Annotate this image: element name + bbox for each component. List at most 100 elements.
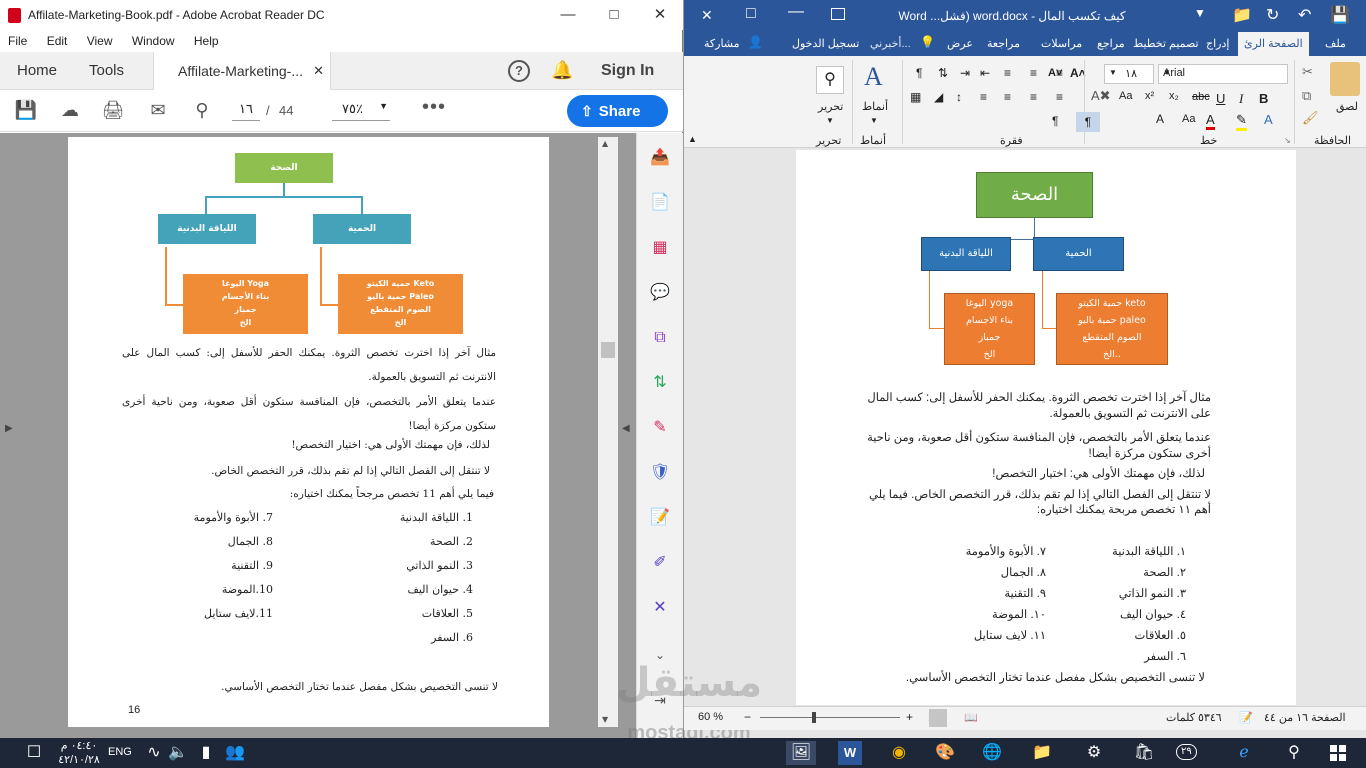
italic-icon[interactable]: I [1239,91,1243,107]
text-effects-icon[interactable]: A [1264,112,1273,127]
clear-formatting-icon[interactable]: A✖ [1091,88,1111,104]
more-tools-icon[interactable]: ••• [422,96,446,118]
menu-window[interactable]: Window [132,30,175,52]
sign-in-button[interactable]: Sign In [601,52,654,90]
collapse-ribbon-icon[interactable]: ▲ [688,134,697,144]
highlight-icon[interactable]: ✎ [1236,112,1247,131]
menu-view[interactable]: View [87,30,113,52]
notifications-icon[interactable]: ☐ [20,741,48,765]
paste-label[interactable]: لصق [1330,100,1364,113]
align-left-icon[interactable]: ≡ [1004,90,1011,104]
comment-icon[interactable]: 💬 [648,282,672,306]
share-button[interactable]: ⇧ Share [567,95,668,127]
network-app-icon[interactable]: 🌐 [978,741,1006,765]
print-layout-icon[interactable] [929,709,947,727]
store-icon[interactable]: 🛍 [1130,741,1158,765]
save-icon[interactable]: 💾 [1330,5,1350,25]
font-dialog-launcher-icon[interactable]: ↘ [1284,136,1291,145]
maximize-icon[interactable]: □ [746,5,756,23]
create-pdf-icon[interactable]: 📄 [648,192,672,216]
clock-time[interactable]: ٠٤:٤٠ م [57,739,101,752]
menu-help[interactable]: Help [194,30,219,52]
bold-icon[interactable]: B [1259,91,1268,106]
editing-button[interactable]: تحرير [818,100,843,113]
close-icon[interactable]: ✕ [637,0,683,30]
tab-close-icon[interactable]: ✕ [313,52,324,90]
sign-icon[interactable]: ✐ [648,552,672,576]
font-size-aa-icon[interactable]: Aa [1182,113,1195,125]
tab-tools[interactable]: Tools [89,52,124,90]
word-app-icon[interactable]: W [838,741,862,765]
print-icon[interactable]: 🖨 [101,100,125,122]
superscript-icon[interactable]: x² [1145,90,1154,102]
styles-button[interactable]: أنماط [862,100,888,113]
numbering-icon[interactable]: ≡ [1030,66,1037,80]
underline-icon[interactable]: U [1216,91,1225,106]
send-for-signature-icon[interactable]: ✕ [648,597,672,621]
tab-document[interactable]: Affilate-Marketing-... ✕ [153,52,331,91]
word-page[interactable]: الصحة اللياقة البدنية الحمية اليوغا yoga… [796,150,1296,705]
settings-icon[interactable]: ⚙ [1080,741,1108,765]
tab-mailings[interactable]: مراسلات [1041,37,1082,50]
read-mode-icon[interactable]: 📖 [964,711,978,724]
badge-count[interactable]: ٢٩ [1176,744,1197,760]
quick-access-more-icon[interactable]: ▼ [1194,6,1206,20]
redo-icon[interactable]: ↻ [1266,5,1279,25]
font-name-select[interactable]: Arial ▼ [1158,64,1288,84]
zoom-in-icon[interactable]: + [906,710,913,724]
email-icon[interactable]: ✉ [146,100,170,122]
copy-icon[interactable]: ⧉ [1302,88,1311,104]
menu-edit[interactable]: Edit [47,30,68,52]
increase-indent-icon[interactable]: ⇥ [960,66,970,80]
minimize-icon[interactable]: — [545,0,591,30]
tab-design[interactable]: تصميم [1169,37,1199,50]
menu-file[interactable]: File [8,30,27,52]
tab-insert[interactable]: إدراج [1206,37,1229,50]
sort-icon[interactable]: ⇅ [938,66,948,80]
upload-icon[interactable]: ☁ [58,100,82,122]
font-color-icon[interactable]: A [1206,112,1215,130]
ltr-direction-icon[interactable]: ¶ [1052,114,1058,128]
export-pdf-icon[interactable]: 📤 [648,147,672,171]
tell-me-search[interactable]: أخبرني... [870,37,911,50]
line-spacing-icon[interactable]: ↕ [956,90,962,104]
rtl-direction-icon[interactable]: ¶ [1076,112,1100,132]
zoom-select[interactable]: ٧٥٪ ▼ [332,101,390,121]
font-size-select[interactable]: ١٨ ▼ [1104,64,1154,84]
page-number-input[interactable]: ١٦ [232,101,260,121]
show-formatting-icon[interactable]: ¶ [916,66,922,80]
tab-view[interactable]: عرض [947,37,973,50]
open-folder-icon[interactable]: 📁 [1232,5,1252,25]
shading-icon[interactable]: ◢ [934,90,943,104]
share-button[interactable]: مشاركة [704,37,740,50]
find-icon[interactable]: ⚲ [816,66,844,94]
minimize-icon[interactable]: — [788,3,804,21]
align-right-icon[interactable]: ≡ [1056,90,1063,104]
chrome-app-icon[interactable]: ◉ [885,741,913,765]
tab-home[interactable]: الصفحة الرئ [1238,32,1309,56]
word-count[interactable]: ٥٣٤٦ كلمات [1166,711,1222,724]
tab-file[interactable]: ملف [1325,37,1346,50]
search-icon[interactable]: ⚲ [1280,741,1308,765]
people-icon[interactable]: 👥 [221,741,249,765]
notifications-icon[interactable]: 🔔 [551,60,573,81]
zoom-search-icon[interactable]: ⚲ [190,100,214,122]
volume-icon[interactable]: 🔈 [164,741,192,765]
sign-in-button[interactable]: تسجيل الدخول [792,37,859,50]
zoom-slider-thumb[interactable] [812,712,816,723]
proofing-icon[interactable]: 📝 [1239,711,1253,724]
maximize-icon[interactable]: □ [591,0,637,30]
start-button-icon[interactable] [1330,745,1346,761]
compress-pdf-icon[interactable]: ⇅ [648,372,672,396]
organize-pages-icon[interactable]: ▦ [648,237,672,261]
format-painter-icon[interactable]: 🖌 [1302,110,1319,126]
photos-app-icon[interactable]: 🖼 [786,741,816,765]
paint-app-icon[interactable]: 🎨 [931,741,959,765]
styles-icon[interactable]: A [864,62,883,92]
tab-references[interactable]: مراجع [1097,37,1125,50]
edit-pdf-icon[interactable]: 📝 [648,507,672,531]
tab-home[interactable]: Home [17,52,57,90]
change-case-icon[interactable]: Aa [1119,90,1132,102]
paste-icon[interactable] [1330,62,1360,96]
cut-icon[interactable]: ✂ [1302,64,1313,80]
